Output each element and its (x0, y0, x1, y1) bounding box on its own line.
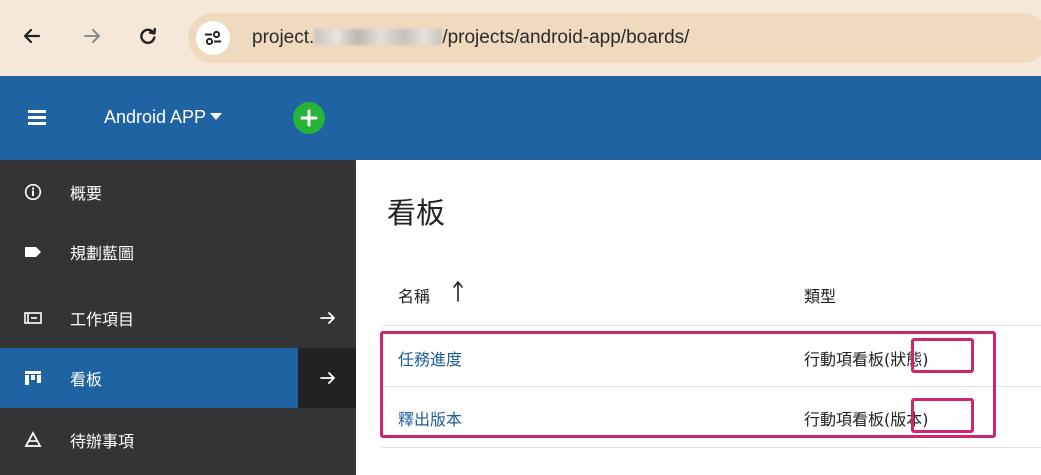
row-divider (382, 325, 1041, 326)
highlight-box (911, 398, 974, 433)
site-info-button[interactable] (196, 21, 230, 55)
page-title: 看板 (387, 196, 446, 230)
project-name: Android APP (104, 107, 207, 127)
url-text: project. /projects/android-app/boards/ (252, 27, 689, 49)
work-items-icon (22, 307, 44, 329)
menu-icon[interactable] (28, 110, 46, 125)
expand-arrow-icon[interactable] (316, 306, 340, 330)
label-tag-icon (22, 241, 44, 263)
caret-down-icon (210, 113, 223, 120)
sidebar-item-backlog[interactable]: 待辦事項 (0, 410, 356, 470)
reload-icon (140, 27, 156, 44)
sidebar-item-label: 看板 (70, 370, 103, 389)
url-path: /projects/android-app/boards/ (442, 27, 690, 48)
tune-icon (205, 30, 221, 46)
app-header: Android APP (0, 76, 1041, 160)
sidebar-item-label: 待辦事項 (70, 432, 135, 451)
highlight-box (380, 331, 996, 438)
back-button[interactable] (18, 22, 46, 50)
column-header-name[interactable]: 名稱 (398, 283, 430, 307)
plus-icon (300, 109, 318, 127)
expand-arrow-icon[interactable] (316, 366, 340, 390)
add-button[interactable] (293, 102, 325, 134)
backlog-icon (22, 429, 44, 451)
sidebar-item-overview[interactable]: 概要 (0, 162, 356, 222)
sidebar: 概要 規劃藍圖 工作項目 看板 待辦事項 (0, 160, 356, 475)
arrow-left-icon (23, 28, 41, 44)
sidebar-item-label: 工作項目 (70, 310, 135, 329)
reload-button[interactable] (134, 22, 162, 50)
sort-ascending-icon[interactable] (452, 280, 464, 302)
redacted-domain (314, 29, 443, 45)
sidebar-item-label: 規劃藍圖 (70, 244, 135, 263)
board-icon (22, 367, 44, 389)
column-header-type[interactable]: 類型 (804, 283, 836, 307)
info-icon (22, 181, 44, 203)
project-switcher[interactable]: Android APP (104, 107, 223, 128)
sidebar-item-label: 概要 (70, 184, 103, 203)
sidebar-item-work-items[interactable]: 工作項目 (0, 288, 356, 348)
forward-button[interactable] (78, 22, 106, 50)
url-prefix: project. (252, 27, 315, 48)
highlight-box (911, 338, 974, 373)
arrow-right-icon (84, 29, 100, 43)
address-bar[interactable]: project. /projects/android-app/boards/ (188, 13, 1041, 63)
sidebar-item-boards[interactable]: 看板 (0, 348, 356, 408)
row-divider (382, 447, 1041, 448)
browser-toolbar: project. /projects/android-app/boards/ (0, 0, 1041, 76)
sidebar-item-roadmap[interactable]: 規劃藍圖 (0, 222, 356, 282)
